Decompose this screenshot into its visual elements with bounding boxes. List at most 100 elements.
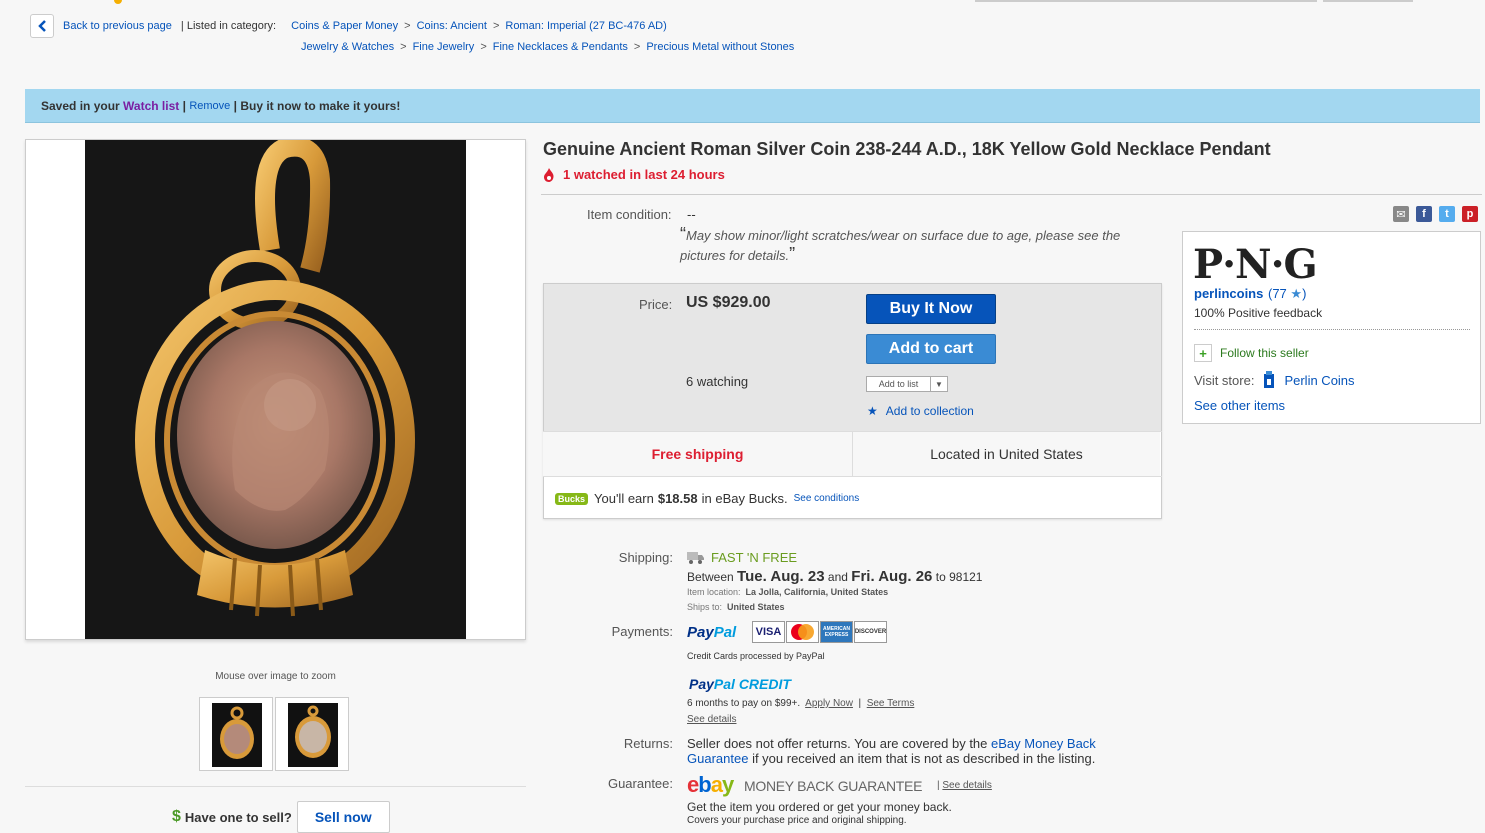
add-to-list-label[interactable]: Add to list: [867, 377, 931, 391]
twitter-share-icon[interactable]: t: [1439, 206, 1455, 222]
dollar-icon: $: [172, 808, 181, 825]
banner-buy-text: | Buy it now to make it yours!: [233, 98, 401, 113]
remove-link[interactable]: Remove: [189, 100, 230, 112]
watch-count-text: 1 watched in last 24 hours: [563, 167, 725, 182]
see-other-items-link[interactable]: See other items: [1194, 398, 1285, 413]
chevron-down-icon[interactable]: ▼: [931, 377, 947, 391]
item-location-value: La Jolla, California, United States: [745, 587, 889, 597]
buy-box-top: [544, 284, 1161, 432]
returns-post: if you received an item that is not as d…: [752, 751, 1096, 766]
ebay-logo: ebay: [687, 772, 734, 797]
back-link[interactable]: Back to previous page: [63, 20, 172, 32]
discover-icon: DISCOVER: [854, 621, 887, 643]
returns-label: Returns:: [623, 736, 673, 751]
money-back-guarantee-text: MONEY BACK GUARANTEE: [744, 778, 923, 794]
fast-n-free-row: FAST 'N FREE: [687, 550, 797, 565]
sell-prompt-text: Have one to sell?: [184, 809, 292, 825]
delivery-zip: to 98121: [935, 570, 983, 584]
main-image-frame[interactable]: [25, 139, 526, 640]
guarantee-line-2: Covers your purchase price and original …: [687, 815, 907, 826]
thumbnail-image: [212, 703, 262, 767]
follow-seller-link[interactable]: + Follow this seller: [1194, 344, 1309, 362]
thumbnail-2[interactable]: [275, 697, 349, 771]
add-to-cart-button[interactable]: Add to cart: [866, 334, 996, 364]
add-to-collection-label[interactable]: Add to collection: [886, 404, 974, 418]
search-button-edge: [1323, 0, 1413, 2]
back-button[interactable]: [30, 14, 54, 38]
guarantee-see-details-link[interactable]: See details: [942, 780, 991, 791]
bucks-badge: Bucks: [555, 492, 589, 505]
ships-to: Ships to: United States: [687, 602, 785, 612]
add-to-list-dropdown[interactable]: Add to list ▼: [866, 376, 948, 392]
pendant-photo[interactable]: [85, 140, 466, 639]
crumb-fine-necklaces[interactable]: Fine Necklaces & Pendants: [493, 41, 628, 53]
star-icon: ★: [867, 404, 878, 418]
crumb-coins-ancient[interactable]: Coins: Ancient: [417, 20, 487, 32]
price-label: Price:: [639, 297, 673, 312]
bucks-pre: You'll earn: [594, 491, 654, 506]
seller-feedback-percent: 100% Positive feedback: [1194, 306, 1323, 320]
condition-note: “May show minor/light scratches/wear on …: [680, 225, 1150, 265]
sell-now-button[interactable]: Sell now: [296, 801, 390, 833]
banner-separator: |: [182, 98, 186, 113]
card-logos: VISA AMERICAN EXPRESS DISCOVER: [752, 621, 888, 643]
add-to-collection-link[interactable]: ★ Add to collection: [867, 404, 974, 418]
crumb-separator: >: [480, 41, 487, 53]
buy-it-now-button[interactable]: Buy It Now: [866, 294, 996, 324]
store-name-link[interactable]: Perlin Coins: [1284, 373, 1354, 388]
location-cell: Located in United States: [853, 432, 1160, 476]
seller-feedback-score[interactable]: (77 ★): [1268, 286, 1306, 302]
crumb-roman-imperial[interactable]: Roman: Imperial (27 BC-476 AD): [505, 20, 666, 32]
crumb-separator: >: [492, 20, 500, 32]
ppc-separator: |: [858, 698, 862, 709]
zoom-hint: Mouse over image to zoom: [215, 671, 336, 682]
follow-seller-label[interactable]: Follow this seller: [1220, 346, 1309, 360]
and-text: and: [827, 570, 848, 584]
crumb-precious-metal[interactable]: Precious Metal without Stones: [646, 41, 794, 53]
ppc-months-text: 6 months to pay on $99+.: [687, 698, 801, 709]
delivery-date-end: Fri. Aug. 26: [851, 568, 933, 585]
bucks-post: in eBay Bucks.: [701, 491, 788, 506]
see-terms-link[interactable]: See Terms: [867, 698, 915, 709]
seller-logo[interactable]: P·N·G: [1193, 245, 1318, 285]
watch-list-banner: Saved in your Watch list | Remove | Buy …: [25, 89, 1480, 123]
truck-icon: [687, 552, 704, 564]
guarantee-line-1: Get the item you ordered or get your mon…: [687, 800, 952, 814]
pinterest-share-icon[interactable]: p: [1462, 206, 1478, 222]
close-quote-icon: ”: [789, 244, 796, 264]
score-close: ): [1302, 286, 1307, 301]
mastercard-icon: [786, 621, 819, 643]
watch-list-link[interactable]: Watch list: [123, 99, 179, 113]
ships-to-label: Ships to:: [687, 602, 723, 612]
facebook-share-icon[interactable]: f: [1416, 206, 1432, 222]
breadcrumb-row-1: Back to previous page | Listed in catego…: [63, 20, 667, 32]
chevron-left-icon: [38, 20, 46, 32]
crumb-jewelry-watches[interactable]: Jewelry & Watches: [301, 41, 394, 53]
condition-note-text: May show minor/light scratches/wear on s…: [680, 228, 1121, 263]
returns-pre: Seller does not offer returns. You are c…: [687, 736, 988, 751]
email-share-icon[interactable]: ✉: [1393, 206, 1409, 222]
payments-label: Payments:: [611, 624, 673, 639]
seller-name-link[interactable]: perlincoins: [1194, 286, 1263, 301]
visit-store-label: Visit store:: [1194, 372, 1255, 388]
item-location-label: Item location:: [687, 587, 741, 597]
delivery-date-start: Tue. Aug. 23: [737, 568, 825, 585]
buy-box: [543, 283, 1162, 519]
mbg-separator: |: [937, 780, 940, 791]
paypal-credit-details-link[interactable]: See details: [687, 714, 736, 725]
see-conditions-link[interactable]: See conditions: [794, 493, 860, 504]
visa-icon: VISA: [752, 621, 785, 643]
crumb-fine-jewelry[interactable]: Fine Jewelry: [413, 41, 475, 53]
score-text[interactable]: (77: [1268, 286, 1287, 301]
ebay-bucks-row: Bucks You'll earn $18.58 in eBay Bucks. …: [555, 491, 859, 506]
bucks-amount: $18.58: [657, 491, 698, 506]
watching-count: 6 watching: [686, 374, 749, 389]
listed-in-label: | Listed in category:: [180, 20, 277, 32]
thumbnail-1[interactable]: [199, 697, 273, 771]
condition-label: Item condition:: [587, 207, 672, 222]
apply-now-link[interactable]: Apply Now: [805, 698, 853, 709]
crumb-coins-paper-money[interactable]: Coins & Paper Money: [291, 20, 398, 32]
shipping-summary-row: Free shipping Located in United States: [543, 431, 1162, 477]
search-bar-edge: [975, 0, 1317, 2]
paypal-pal: Pal: [713, 624, 737, 641]
